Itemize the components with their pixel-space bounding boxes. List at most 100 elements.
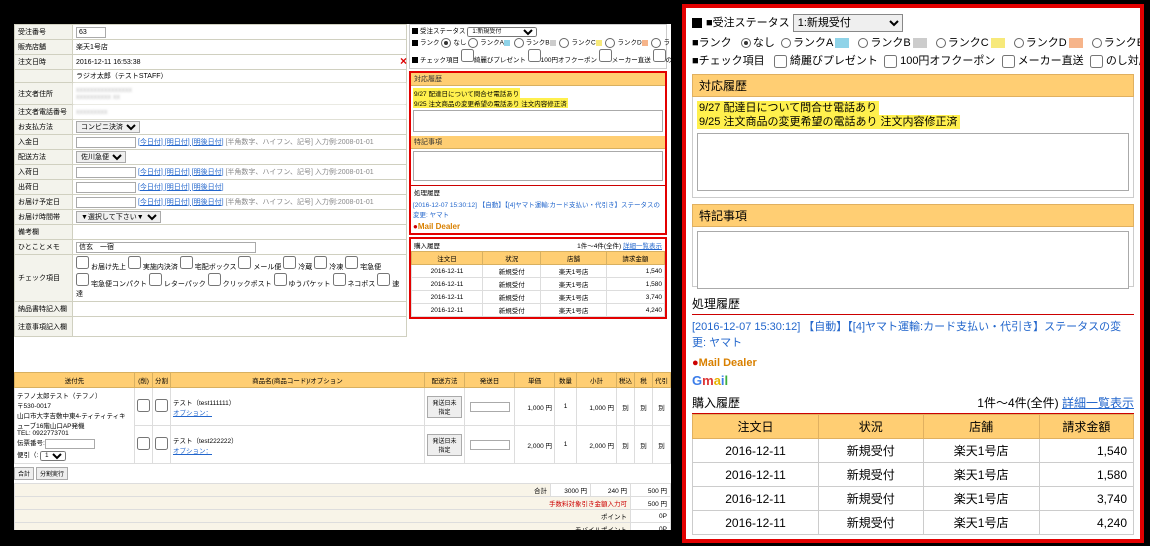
req-time-select[interactable]: ▼選択して下さい▼ (76, 211, 161, 223)
mini-special-title: 特記事項 (411, 136, 665, 149)
mini-special-textarea[interactable] (413, 151, 663, 181)
breakdown-button[interactable]: 分割実行 (36, 467, 68, 480)
mini-check-label: チェック項目 (420, 57, 459, 64)
mini-rank-c-radio[interactable] (559, 38, 569, 48)
tracking-input[interactable] (45, 439, 95, 449)
chkopt-1[interactable] (128, 256, 141, 269)
pay-method-select[interactable]: コンビニ決済 (76, 121, 140, 133)
item-ship-btn-1[interactable]: 発送日未指定 (427, 396, 462, 418)
chkopt-6[interactable] (345, 256, 358, 269)
history-row[interactable]: 2016-12-11新規受付楽天1号店4,240 (693, 511, 1134, 535)
mini-history-row[interactable]: 2016-12-11新規受付楽天1号店1,580 (412, 278, 665, 291)
history-row[interactable]: 2016-12-11新規受付楽天1号店1,540 (693, 439, 1134, 463)
memo-input[interactable] (76, 242, 256, 253)
mini-rank-none-radio[interactable] (441, 38, 451, 48)
item-qty-1: 1 (555, 388, 577, 426)
item-del-2[interactable] (137, 437, 150, 450)
mini-resp-textarea[interactable] (413, 110, 663, 132)
rank-none-radio[interactable] (741, 38, 751, 48)
value-staff: ラジオ太郎（テストSTAFF） (73, 70, 407, 83)
calc-button[interactable]: 合計 (14, 467, 34, 480)
special-textarea[interactable] (697, 231, 1129, 289)
ih-qty: 数量 (555, 373, 577, 388)
mini-rank-a-radio[interactable] (468, 38, 478, 48)
label-dispatch: 配送方法 (15, 150, 73, 165)
label-deposit: 入金日 (15, 135, 73, 150)
h-c2: 状況 (819, 415, 924, 439)
mini-history-row[interactable]: 2016-12-11新規受付楽天1号店3,740 (412, 291, 665, 304)
chkopt-5[interactable] (314, 256, 327, 269)
item-ship-date-1[interactable] (470, 402, 510, 412)
mini-chk1[interactable] (461, 49, 474, 62)
proc-log-link[interactable]: [2016-12-07 15:30:12] 【自動】【[4]ヤマト運輸:カード支… (692, 315, 1134, 353)
mini-hist-link[interactable]: 詳細一覧表示 (623, 243, 662, 250)
label-ship-date: 入荷日 (15, 165, 73, 180)
date-link3[interactable]: [今日付] [明日付] [明後日付] (138, 184, 224, 191)
item-split-1[interactable] (155, 399, 168, 412)
date-link[interactable]: [今日付] [明日付] [明後日付] (138, 139, 224, 146)
order-no-input[interactable] (76, 27, 106, 38)
rp-chk1: 綺麗びプレゼント (790, 55, 878, 67)
mini-history-row[interactable]: 2016-12-11新規受付楽天1号店4,240 (412, 304, 665, 317)
history-row[interactable]: 2016-12-11新規受付楽天1号店1,580 (693, 463, 1134, 487)
rank-a-radio[interactable] (781, 38, 791, 48)
chkopt-8[interactable] (149, 273, 162, 286)
label-memo: ひとことメモ (15, 240, 73, 255)
date-link2[interactable]: [今日付] [明日付] [明後日付] (138, 169, 224, 176)
item-name-1: テスト（test111111）オプション： (171, 388, 425, 426)
mini-history-box: 購入履歴 1件～4件(全件) 詳細一覧表示 注文日状況店舗請求金額 2016-1… (409, 237, 667, 319)
chkopt-0[interactable] (76, 256, 89, 269)
chkopt-12[interactable] (377, 273, 390, 286)
slot-select[interactable]: 1 (40, 451, 66, 461)
h-c1: 注文日 (693, 415, 819, 439)
item-row: テフノ太郎テスト（テフノ） 〒530-0017 山口市大字吉敷中東4-ティティテ… (15, 388, 671, 426)
dispatch-select[interactable]: 佐川急便 (76, 151, 126, 163)
hist-detail-link[interactable]: 詳細一覧表示 (1062, 396, 1134, 410)
chk-present[interactable] (774, 55, 787, 68)
status-select[interactable]: 1:新規受付 (793, 14, 903, 32)
chkopt-9[interactable] (208, 273, 221, 286)
rank-d-radio[interactable] (1014, 38, 1024, 48)
tot-total: 500 円 (631, 484, 671, 497)
req-date-input[interactable] (76, 197, 136, 208)
rank-b-radio[interactable] (858, 38, 868, 48)
item-ship-btn-2[interactable]: 発送日未指定 (427, 434, 462, 456)
chkopt-10[interactable] (274, 273, 287, 286)
ih-tax: 税 (635, 373, 653, 388)
rank-e-radio[interactable] (1092, 38, 1102, 48)
chk-coupon[interactable] (884, 55, 897, 68)
mini-rank-d-radio[interactable] (605, 38, 615, 48)
item-opt-1[interactable]: オプション： (173, 410, 212, 417)
mini-history-row[interactable]: 2016-12-11新規受付楽天1号店1,540 (412, 265, 665, 278)
close-icon[interactable]: × (400, 54, 407, 68)
shipto-zip: 〒530-0017 (17, 400, 132, 410)
response-title: 対応履歴 (692, 74, 1134, 97)
item-opt-2[interactable]: オプション： (173, 448, 212, 455)
history-row[interactable]: 2016-12-11新規受付楽天1号店3,740 (693, 487, 1134, 511)
mini-status-select[interactable]: 1:新規受付 (467, 27, 537, 37)
item-ship-date-2[interactable] (470, 440, 510, 450)
chkopt-7[interactable] (76, 273, 89, 286)
mini-rank-e-radio[interactable] (651, 38, 661, 48)
mini-chk4[interactable] (653, 49, 666, 62)
deliver-date-input[interactable] (76, 182, 136, 193)
shipto-addr: 山口市大字吉敷中東4-ティティティキューブ16階山口AP発機 (17, 410, 132, 430)
chk-noshi[interactable] (1090, 55, 1103, 68)
date-link4[interactable]: [今日付] [明日付] [明後日付] (138, 199, 224, 206)
chkopt-2[interactable] (180, 256, 193, 269)
chk-maker[interactable] (1002, 55, 1015, 68)
chkopt-11[interactable] (333, 273, 346, 286)
items-table: 送付先 (削) 分割 商品名(商品コード)/オプション 配送方法 発送日 単価 … (14, 372, 671, 464)
deposit-date-input[interactable] (76, 137, 136, 148)
item-split-2[interactable] (155, 437, 168, 450)
mini-chk2[interactable] (528, 49, 541, 62)
mini-rank-b-radio[interactable] (514, 38, 524, 48)
chkopt-4[interactable] (283, 256, 296, 269)
ship-date-input[interactable] (76, 167, 136, 178)
rank-c-radio[interactable] (936, 38, 946, 48)
item-del-1[interactable] (137, 399, 150, 412)
chkopt-3[interactable] (238, 256, 251, 269)
response-textarea[interactable] (697, 133, 1129, 191)
mini-chk3[interactable] (599, 49, 612, 62)
mini-proc-log[interactable]: [2016-12-07 15:30:12] 【自動】【[4]ヤマト運輸:カード支… (411, 198, 665, 220)
